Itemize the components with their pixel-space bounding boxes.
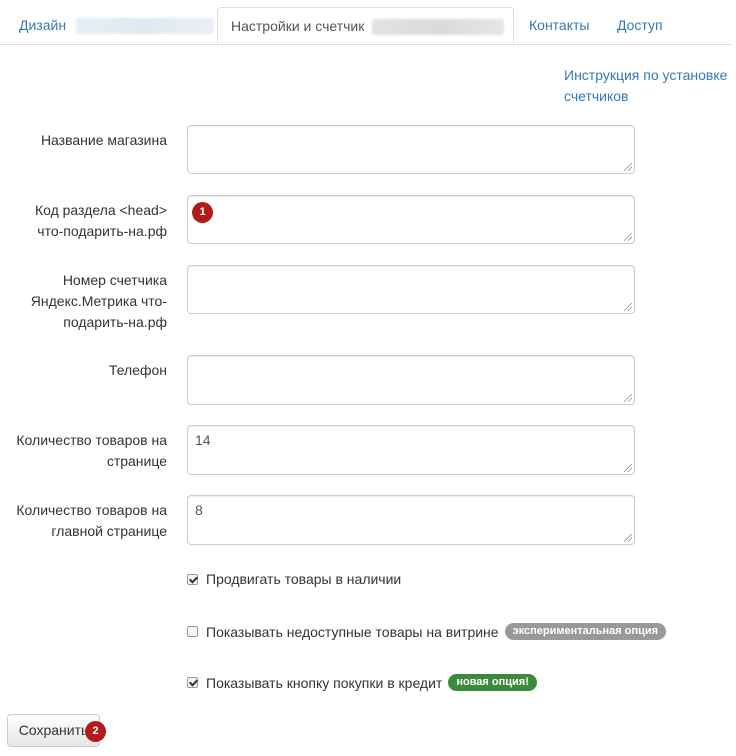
metrika-label: Номер счетчика Яндекс.Метрика что-подари… <box>30 272 167 330</box>
tab-contacts-label: Контакты <box>529 17 590 33</box>
step-marker-2: 2 <box>85 721 106 742</box>
install-instructions-link[interactable]: Инструкция по установке счетчиков <box>564 65 734 107</box>
step-marker-1: 1 <box>192 202 213 223</box>
per-page-field[interactable]: 14 <box>187 425 635 475</box>
tab-design[interactable]: Дизайн <box>19 8 214 44</box>
experimental-badge: экспериментальная опция <box>504 623 667 640</box>
new-option-badge: новая опция! <box>448 674 537 691</box>
show-unavailable-label: Показывать недоступные товары на витрине <box>206 623 499 640</box>
tab-contacts[interactable]: Контакты <box>529 8 589 44</box>
credit-button-label: Показывать кнопку покупки в кредит <box>206 674 443 691</box>
promote-in-stock-label: Продвигать товары в наличии <box>206 571 402 587</box>
tab-access[interactable]: Доступ <box>617 8 663 44</box>
redacted-text <box>372 19 505 36</box>
credit-button-checkbox[interactable] <box>187 677 198 688</box>
phone-label: Телефон <box>108 362 167 378</box>
tab-settings-label: Настройки и счетчик <box>231 18 365 34</box>
per-main-field[interactable]: 8 <box>187 495 635 545</box>
promote-in-stock-checkbox[interactable] <box>187 573 198 585</box>
phone-field[interactable] <box>187 355 635 405</box>
shop-name-label: Название магазина <box>40 132 167 148</box>
tab-bar: Дизайн Настройки и счетчик Контакты Дост… <box>0 0 732 45</box>
promote-in-stock-option[interactable]: Продвигать товары в наличии <box>187 571 401 587</box>
tab-access-label: Доступ <box>617 17 663 33</box>
redacted-text <box>75 18 214 35</box>
metrika-field[interactable] <box>187 265 635 314</box>
credit-button-option[interactable]: Показывать кнопку покупки в кредит новая… <box>187 674 537 691</box>
shop-name-field[interactable] <box>187 125 635 174</box>
tab-settings[interactable]: Настройки и счетчик <box>217 7 514 44</box>
show-unavailable-option[interactable]: Показывать недоступные товары на витрине… <box>187 623 667 640</box>
head-code-field[interactable] <box>187 195 635 244</box>
per-page-label: Количество товаров на странице <box>16 432 167 469</box>
per-main-label: Количество товаров на главной странице <box>16 502 167 539</box>
show-unavailable-checkbox[interactable] <box>187 626 198 637</box>
tab-design-label: Дизайн <box>19 17 67 33</box>
head-code-label: Код раздела <head> что-подарить-на.рф <box>34 202 167 239</box>
